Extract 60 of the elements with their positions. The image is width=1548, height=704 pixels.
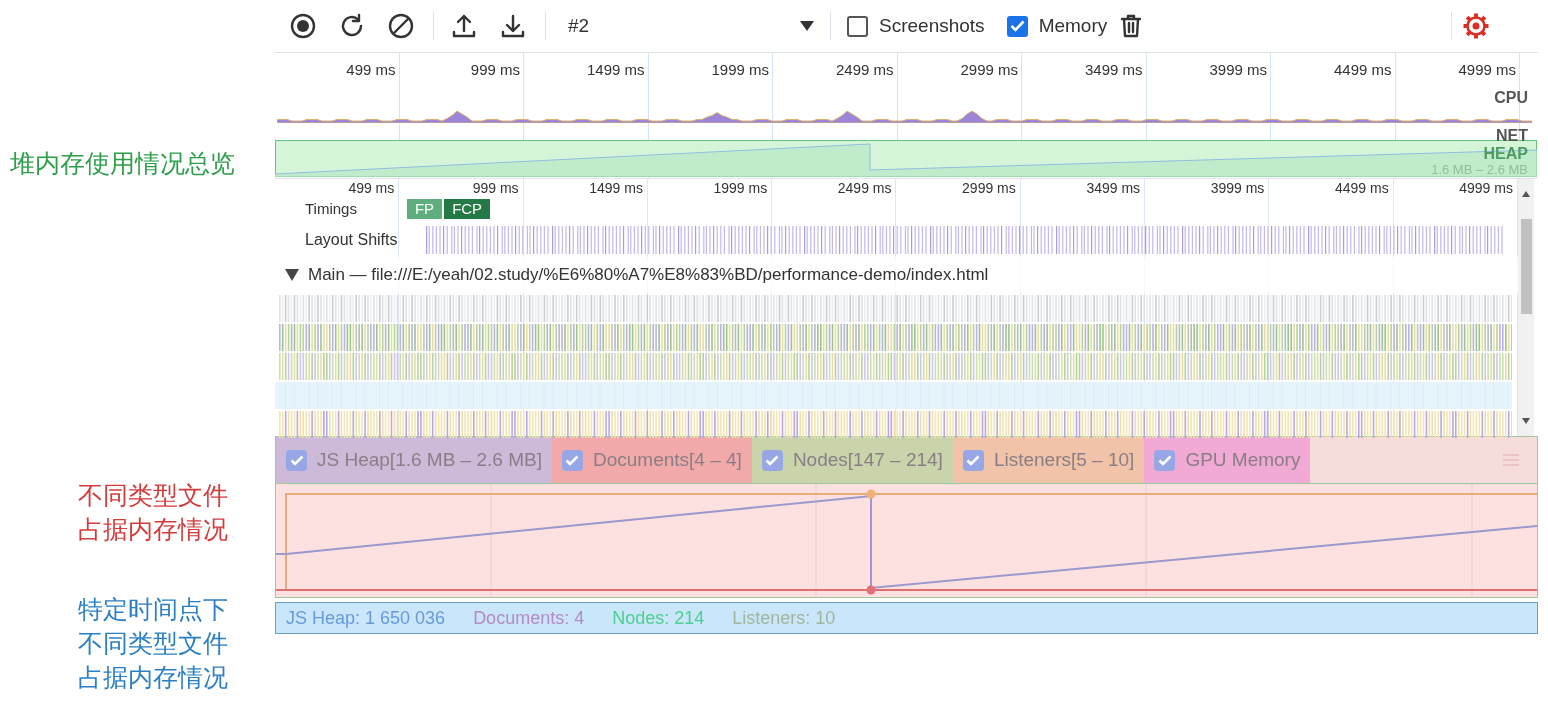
timing-marker: FCP: [444, 199, 491, 219]
time-tick: 1499 ms: [589, 179, 643, 197]
clear-icon: [387, 12, 415, 40]
annotation-text: 不同类型文件 占据内存情况: [77, 480, 229, 545]
counter-value: Documents: 4: [473, 606, 585, 630]
time-tick: 2999 ms: [960, 60, 1018, 78]
track-label: Timings: [305, 198, 357, 219]
annotation-text: 堆内存使用情况总览: [9, 148, 236, 179]
data-point: [866, 585, 876, 595]
counter-toggle[interactable]: GPU Memory: [1144, 437, 1311, 483]
time-tick: 2999 ms: [962, 179, 1016, 197]
data-point: [866, 489, 876, 499]
timing-marker: FP: [406, 199, 443, 219]
track-label: CPU: [1494, 88, 1528, 108]
scrollbar-thumb[interactable]: [1520, 219, 1532, 314]
checkmark-icon: [765, 454, 780, 466]
time-tick: 2499 ms: [835, 60, 894, 78]
counter-value: Listeners: 10: [732, 606, 836, 630]
checkbox-option[interactable]: Memory: [1006, 11, 1108, 41]
counter-value: JS Heap: 1 650 036: [286, 606, 446, 630]
checkmark-icon: [289, 454, 304, 466]
track-label: NET: [1496, 126, 1528, 146]
checkmark-icon: [1157, 454, 1172, 466]
annotation-text: 特定时间点下 不同类型文件 占据内存情况: [77, 594, 229, 693]
time-tick: 499 ms: [348, 179, 395, 197]
counter-value: Nodes: 214: [612, 606, 705, 630]
track-title: Main — file:///E:/yeah/02.study/%E6%80%A7%E8%83%BD/performance-demo/index.html: [308, 264, 989, 287]
track-label: HEAP: [1483, 144, 1528, 164]
counter-toggle[interactable]: Documents[4 – 4]: [551, 437, 752, 483]
checkmark-icon: [966, 454, 981, 466]
recording-dropdown[interactable]: #2: [556, 8, 826, 44]
time-tick: 499 ms: [346, 60, 396, 78]
counter-toggle[interactable]: JS Heap[1.6 MB – 2.6 MB]: [276, 437, 552, 483]
counter-toggle[interactable]: Nodes[147 – 214]: [751, 437, 953, 483]
time-tick: 3499 ms: [1084, 60, 1143, 78]
checkmark-icon: [565, 454, 580, 466]
scroll-up-icon[interactable]: [1522, 191, 1530, 197]
scroll-down-icon[interactable]: [1522, 418, 1530, 424]
caret-icon: [800, 21, 814, 31]
time-tick: 999 ms: [472, 179, 519, 197]
time-tick: 4499 ms: [1333, 60, 1392, 78]
settings-icon: [1462, 12, 1491, 40]
counter-toggle[interactable]: Listeners[5 – 10]: [952, 437, 1145, 483]
record-icon: [289, 12, 317, 40]
time-tick: 3999 ms: [1210, 179, 1265, 197]
time-tick: 1499 ms: [586, 60, 645, 78]
time-tick: 999 ms: [470, 60, 520, 78]
time-tick: 4999 ms: [1459, 179, 1513, 197]
time-tick: 3499 ms: [1086, 179, 1141, 197]
checkmark-icon: [1009, 20, 1025, 32]
time-tick: 3999 ms: [1209, 60, 1267, 78]
checkbox-option[interactable]: Screenshots: [847, 11, 985, 41]
time-tick: 1999 ms: [713, 179, 768, 197]
time-tick: 4999 ms: [1458, 60, 1516, 78]
download-icon: [499, 12, 527, 40]
time-tick: 1999 ms: [711, 60, 769, 78]
time-tick: 4499 ms: [1334, 179, 1389, 197]
upload-icon: [450, 12, 478, 40]
time-tick: 2499 ms: [837, 179, 892, 197]
expand-triangle-icon[interactable]: [285, 269, 299, 281]
